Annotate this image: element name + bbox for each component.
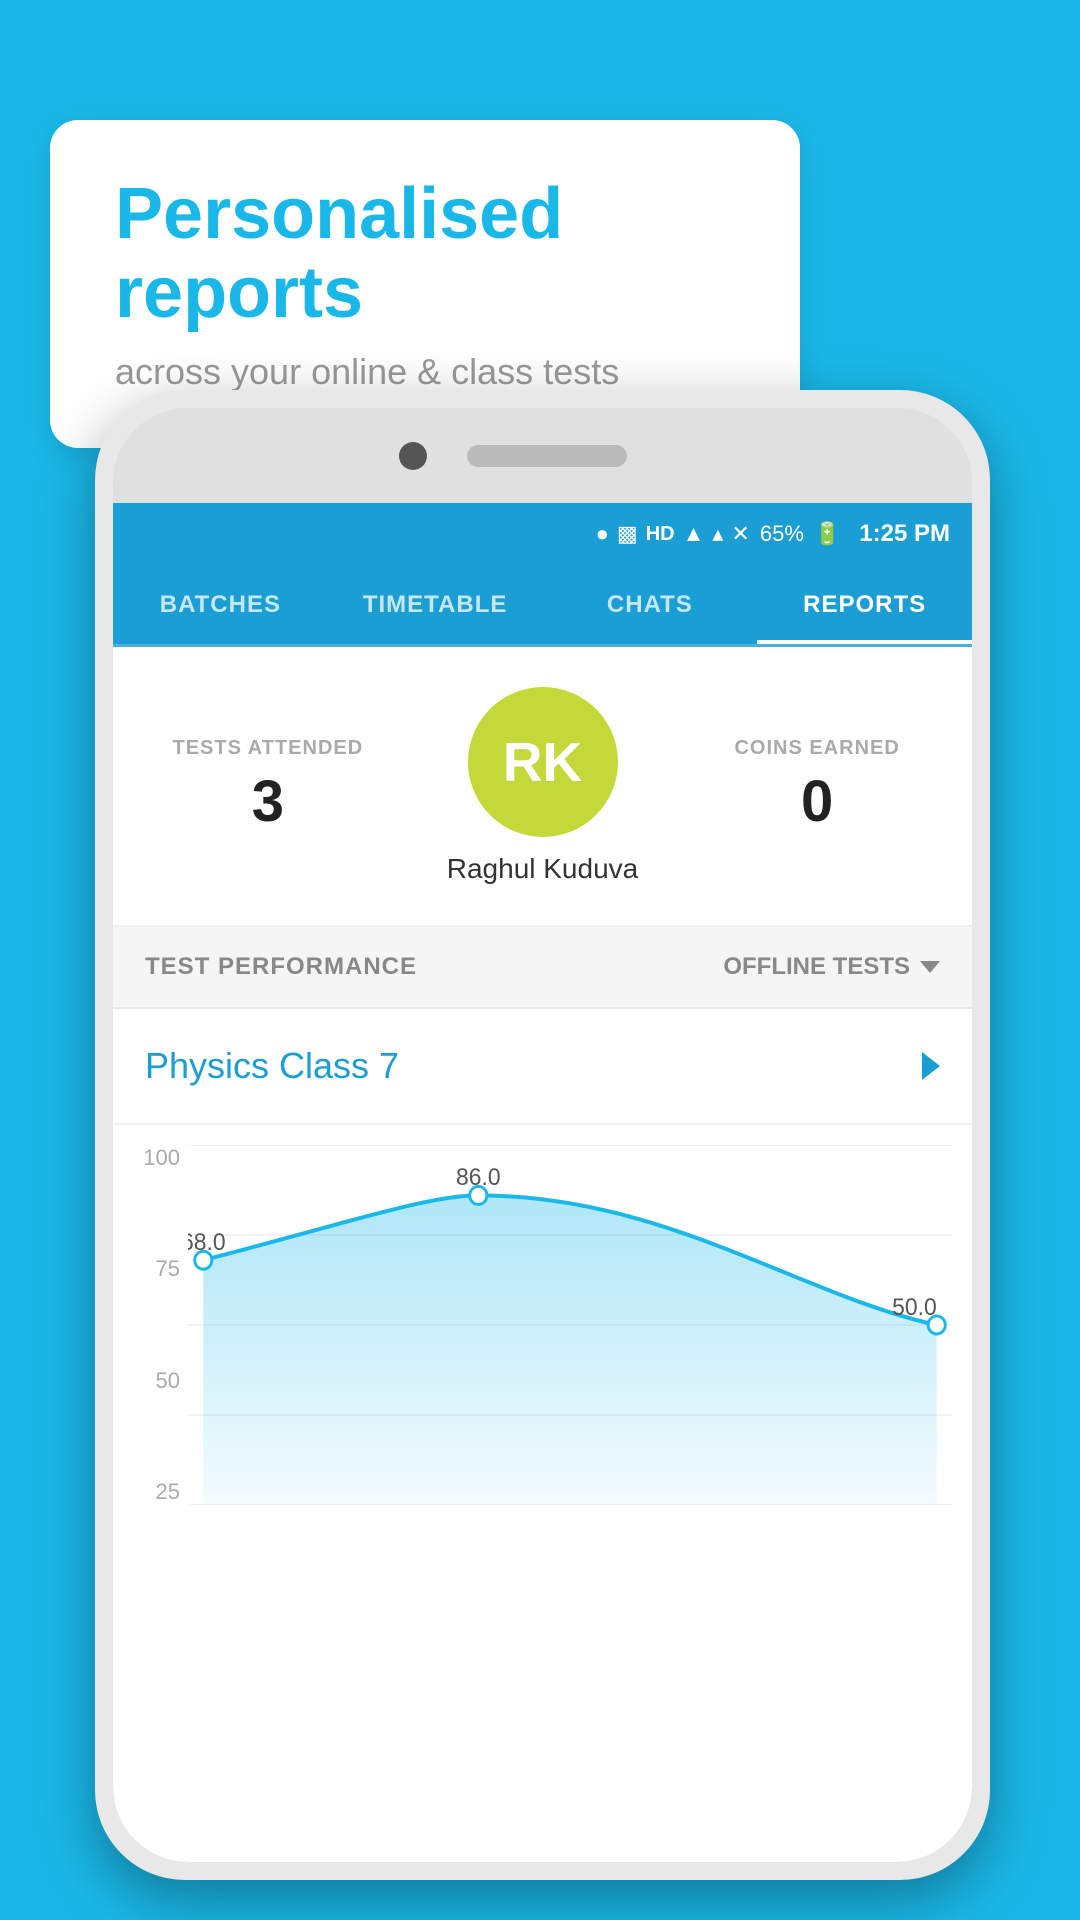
chart-container: 100 75 50 25	[133, 1145, 952, 1535]
avatar: RK	[468, 687, 618, 837]
class-row[interactable]: Physics Class 7	[113, 1009, 972, 1125]
profile-avatar-wrap: RK Raghul Kuduva	[393, 687, 693, 885]
wifi-icon: ▲	[683, 521, 705, 547]
bluetooth-icon: ●	[596, 521, 609, 547]
data-label-2: 86.0	[456, 1164, 501, 1191]
coins-earned-label: COINS EARNED	[692, 737, 942, 760]
y-label-75: 75	[156, 1256, 180, 1282]
tests-attended-label: TESTS ATTENDED	[143, 737, 393, 760]
hd-icon: HD	[646, 523, 675, 546]
signal-icon: ▴	[712, 521, 723, 547]
chevron-down-icon	[920, 961, 940, 973]
coins-earned-value: 0	[692, 768, 942, 835]
phone-top	[113, 408, 972, 503]
data-label-3: 50.0	[892, 1294, 937, 1321]
profile-name: Raghul Kuduva	[447, 853, 638, 885]
nav-tabs: BATCHES TIMETABLE CHATS REPORTS	[113, 565, 972, 647]
coins-earned-stat: COINS EARNED 0	[692, 737, 942, 835]
speaker-grill	[467, 445, 627, 467]
tests-attended-stat: TESTS ATTENDED 3	[143, 737, 393, 835]
avatar-initials: RK	[503, 730, 582, 794]
filter-label: OFFLINE TESTS	[723, 953, 910, 981]
y-label-50: 50	[156, 1368, 180, 1394]
tab-chats[interactable]: CHATS	[543, 565, 758, 644]
camera-icon	[399, 442, 427, 470]
tests-attended-value: 3	[143, 768, 393, 835]
phone-inner: ● ▩ HD ▲ ▴ ✕ 65% 🔋 1:25 PM BATCHES TIMET…	[113, 408, 972, 1862]
tab-reports[interactable]: REPORTS	[757, 565, 972, 644]
vibrate-icon: ▩	[617, 521, 638, 547]
chart-area: 100 75 50 25	[113, 1125, 972, 1545]
class-label: Physics Class 7	[145, 1045, 399, 1087]
bubble-subtitle: across your online & class tests	[115, 351, 735, 393]
phone-screen: ● ▩ HD ▲ ▴ ✕ 65% 🔋 1:25 PM BATCHES TIMET…	[113, 503, 972, 1862]
performance-label: TEST PERFORMANCE	[145, 953, 417, 981]
profile-section: TESTS ATTENDED 3 RK Raghul Kuduva COINS …	[113, 647, 972, 927]
y-label-100: 100	[143, 1145, 180, 1171]
data-label-1: 68.0	[188, 1229, 226, 1256]
bubble-title: Personalised reports	[115, 175, 735, 333]
y-label-25: 25	[156, 1479, 180, 1505]
chart-svg-wrap: 68.0 86.0 50.0	[188, 1145, 952, 1505]
filter-dropdown[interactable]: OFFLINE TESTS	[723, 953, 940, 981]
chart-area-fill	[203, 1195, 936, 1505]
status-bar: ● ▩ HD ▲ ▴ ✕ 65% 🔋 1:25 PM	[113, 503, 972, 565]
status-time: 1:25 PM	[859, 520, 950, 548]
chevron-right-icon	[922, 1052, 940, 1080]
tab-timetable[interactable]: TIMETABLE	[328, 565, 543, 644]
status-icons: ● ▩ HD ▲ ▴ ✕	[596, 521, 750, 547]
tab-batches[interactable]: BATCHES	[113, 565, 328, 644]
chart-y-labels: 100 75 50 25	[133, 1145, 188, 1505]
line-chart: 68.0 86.0 50.0	[188, 1145, 952, 1505]
performance-bar: TEST PERFORMANCE OFFLINE TESTS	[113, 927, 972, 1009]
battery-icon: 🔋	[814, 521, 841, 547]
signal-x-icon: ✕	[731, 521, 749, 547]
battery-text: 65%	[760, 521, 804, 547]
phone-frame: ● ▩ HD ▲ ▴ ✕ 65% 🔋 1:25 PM BATCHES TIMET…	[95, 390, 990, 1880]
